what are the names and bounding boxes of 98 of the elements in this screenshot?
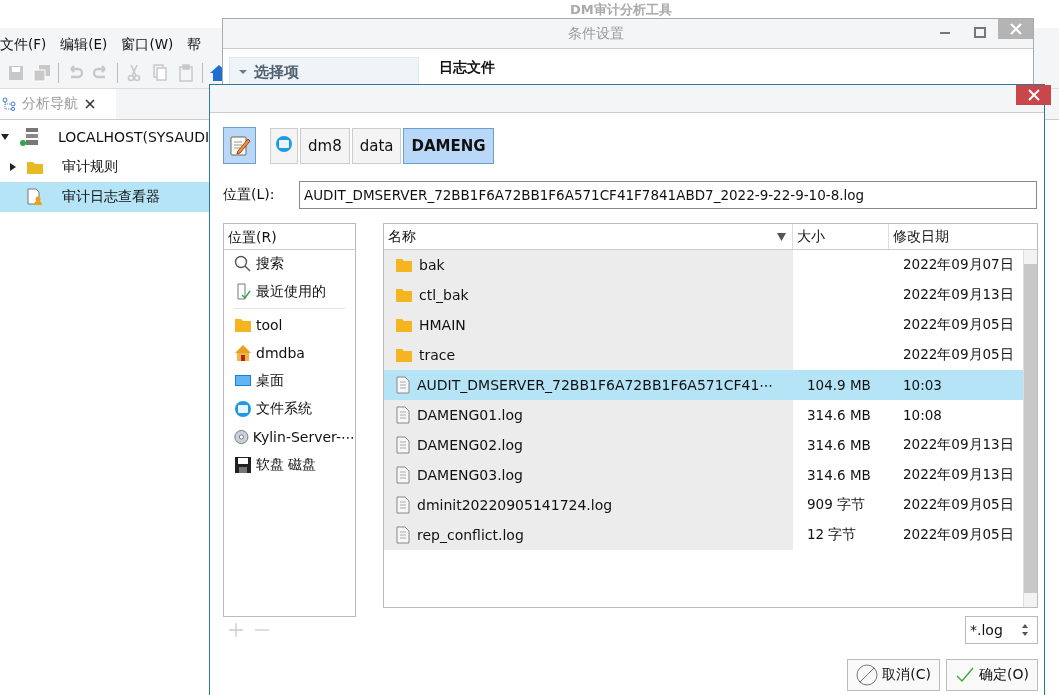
path-button[interactable] <box>270 127 298 164</box>
tree-icon <box>2 97 16 111</box>
file-name: AUDIT_DMSERVER_72BB1F6A72BB1F6A571CF41⋯ <box>417 377 774 393</box>
checkmark-icon <box>955 666 976 684</box>
filter-select[interactable]: *.log <box>965 616 1038 644</box>
file-size: 12 字节 <box>807 526 857 542</box>
place-item[interactable]: 搜索 <box>224 250 355 278</box>
folder-icon <box>395 317 413 333</box>
modified-date: 2022年09月13日 <box>903 436 1014 452</box>
home-icon <box>234 344 252 362</box>
expander-icon[interactable] <box>1 133 9 141</box>
place-item[interactable]: 软盘 磁盘 <box>224 451 355 479</box>
drive-icon <box>275 134 293 153</box>
place-item[interactable]: Kylin-Server-⋯ <box>224 423 355 451</box>
floppy-icon <box>234 456 252 474</box>
document-icon <box>395 466 411 484</box>
file-size: 314.6 MB <box>807 437 871 453</box>
document-icon <box>395 526 411 544</box>
document-icon <box>395 436 411 454</box>
place-item[interactable]: tool <box>224 311 355 339</box>
folder-icon <box>395 257 413 273</box>
maximize-icon[interactable] <box>973 26 987 40</box>
folder-icon <box>395 287 413 303</box>
column-header[interactable]: 大小 <box>793 224 889 249</box>
file-name: HMAIN <box>419 317 466 333</box>
tree-item[interactable]: LOCALHOST(SYSAUDI <box>0 122 210 152</box>
location-label: 位置(L): <box>223 186 276 204</box>
close-icon <box>1009 23 1022 35</box>
folder-icon <box>26 159 44 175</box>
document-icon <box>234 283 252 301</box>
close-icon <box>1027 89 1040 101</box>
tree-item[interactable]: 审计日志查看器 <box>0 182 210 212</box>
sort-icon <box>777 232 786 241</box>
modified-date: 2022年09月05日 <box>903 346 1014 362</box>
modified-date: 2022年09月05日 <box>903 496 1014 512</box>
modified-date: 2022年09月07日 <box>903 256 1014 272</box>
file-name: DAMENG02.log <box>417 437 523 453</box>
modified-date: 2022年09月13日 <box>903 466 1014 482</box>
document-user-icon <box>26 188 44 206</box>
spinner-arrows-icon <box>1021 623 1029 637</box>
file-row[interactable]: AUDIT_DMSERVER_72BB1F6A72BB1F6A571CF41⋯ 104.9 MB 10:03 <box>384 370 1023 400</box>
file-name: bak <box>419 257 445 273</box>
app-title: DM审计分析工具 <box>570 1 672 19</box>
section-header[interactable]: 选择项 <box>229 57 419 87</box>
dialog-title: 条件设置 <box>568 25 624 43</box>
file-name: dminit20220905141724.log <box>417 497 613 513</box>
document-icon <box>395 376 411 394</box>
file-name: rep_conflict.log <box>417 527 524 543</box>
search-icon <box>234 255 252 273</box>
modified-date: 2022年09月05日 <box>903 316 1014 332</box>
file-size: 314.6 MB <box>807 407 871 423</box>
caret-icon <box>238 68 248 76</box>
location-field[interactable]: AUDIT_DMSERVER_72BB1F6A72BB1F6A571CF41F7841ABD7_2022-9-22-9-10-8.log <box>299 181 1037 209</box>
column-header[interactable]: 名称 <box>384 224 793 249</box>
close-button[interactable] <box>998 19 1033 39</box>
tree-item[interactable]: 审计规则 <box>0 152 210 182</box>
field-label: 日志文件 <box>439 59 495 77</box>
ok-button[interactable]: 确定(O) <box>946 659 1038 691</box>
document-icon <box>395 496 411 514</box>
place-item[interactable]: dmdba <box>224 339 355 367</box>
menu-item[interactable]: 文件(F) <box>0 36 47 54</box>
modified-date: 10:03 <box>903 377 942 393</box>
place-item[interactable]: 文件系统 <box>224 395 355 423</box>
column-header: 位置(R) <box>224 224 355 250</box>
path-button[interactable]: data <box>351 127 402 164</box>
server-icon <box>18 127 40 147</box>
menu-item[interactable]: 窗口(W) <box>121 36 174 54</box>
file-size: 909 字节 <box>807 496 866 512</box>
expander-icon[interactable] <box>9 163 17 171</box>
scrollbar[interactable] <box>1023 250 1037 607</box>
modified-date: 2022年09月05日 <box>903 526 1014 542</box>
column-header[interactable]: 修改日期 <box>889 224 1023 249</box>
file-name: trace <box>419 347 456 363</box>
folder-icon <box>234 316 252 334</box>
file-size: 314.6 MB <box>807 467 871 483</box>
cancel-icon <box>856 664 879 686</box>
menu-item[interactable]: 帮 <box>187 36 202 54</box>
modified-date: 2022年09月13日 <box>903 286 1014 302</box>
place-item[interactable]: 桌面 <box>224 367 355 395</box>
file-size: 104.9 MB <box>807 377 871 393</box>
drive-icon <box>234 400 252 418</box>
modified-date: 10:08 <box>903 407 942 423</box>
document-icon <box>395 406 411 424</box>
add-icon[interactable] <box>228 622 244 638</box>
edit-path-toggle[interactable] <box>223 127 256 164</box>
file-name: DAMENG03.log <box>417 467 523 483</box>
close-icon[interactable] <box>84 98 96 110</box>
path-button[interactable]: DAMENG <box>403 127 494 164</box>
cancel-button[interactable]: 取消(C) <box>847 659 941 691</box>
close-button[interactable] <box>1016 85 1051 105</box>
file-name: ctl_bak <box>419 287 469 303</box>
path-button[interactable]: dm8 <box>300 127 350 164</box>
file-name: DAMENG01.log <box>417 407 523 423</box>
place-item[interactable]: 最近使用的 <box>224 278 355 306</box>
disc-icon <box>234 428 249 446</box>
notepad-pencil-icon <box>227 133 252 158</box>
menu-item[interactable]: 编辑(E) <box>60 36 108 54</box>
folder-icon <box>395 347 413 363</box>
